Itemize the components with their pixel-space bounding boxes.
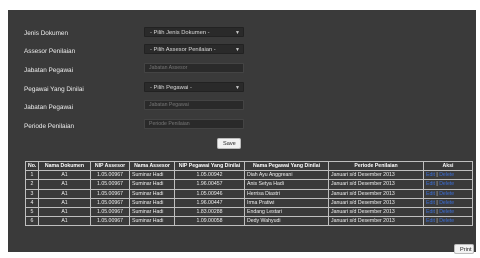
cell-nama-assesor: Suminar Hadi bbox=[129, 170, 175, 181]
edit-link[interactable]: Edit bbox=[426, 181, 435, 187]
periode-input[interactable]: Periode Penilaian bbox=[144, 119, 244, 129]
edit-link[interactable]: Edit bbox=[426, 172, 435, 178]
cell-dokumen: A1 bbox=[38, 179, 91, 190]
cell-nip-assesor: 1.05.00967 bbox=[90, 206, 130, 218]
edit-link[interactable]: Edit bbox=[426, 191, 435, 197]
assesor-select[interactable]: - Pilih Assesor Penilaian - ▼ bbox=[144, 44, 244, 54]
cell-no: 4 bbox=[25, 197, 39, 208]
cell-nama-pegawai: Endang Lestari bbox=[244, 206, 329, 218]
cell-periode: Januari s/d Desember 2013 bbox=[328, 188, 424, 199]
delete-link[interactable]: Delete bbox=[439, 181, 454, 187]
cell-nip-pegawai: 1.96.00457 bbox=[174, 179, 245, 190]
cell-dokumen: A1 bbox=[38, 216, 91, 227]
cell-aksi: Edit | Delete bbox=[423, 188, 473, 199]
table-row: 1 A1 1.05.00967 Suminar Hadi 1.05.00942 … bbox=[25, 170, 473, 181]
cell-nama-assesor: Suminar Hadi bbox=[129, 179, 175, 190]
cell-nip-pegawai: 1.96.00447 bbox=[174, 197, 245, 208]
save-button[interactable]: Save bbox=[217, 138, 241, 149]
col-nama-pegawai: Nama Pegawai Yang Dinilai bbox=[244, 160, 329, 172]
cell-nip-assesor: 1.05.00967 bbox=[90, 216, 130, 227]
cell-nama-pegawai: Diah Ayu Anggreani bbox=[244, 170, 329, 181]
print-button[interactable]: Print bbox=[454, 244, 474, 254]
cell-dokumen: A1 bbox=[38, 206, 91, 218]
cell-nama-pegawai: Herrisa Diastri bbox=[244, 188, 329, 199]
chevron-down-icon: ▼ bbox=[235, 47, 240, 53]
cell-periode: Januari s/d Desember 2013 bbox=[328, 197, 424, 208]
cell-periode: Januari s/d Desember 2013 bbox=[328, 170, 424, 181]
cell-no: 3 bbox=[25, 188, 39, 199]
cell-no: 1 bbox=[25, 170, 39, 181]
table-row: 6 A1 1.05.00967 Suminar Hadi 1.09.00058 … bbox=[25, 216, 473, 227]
chevron-down-icon: ▼ bbox=[235, 30, 240, 36]
jenis-dokumen-select[interactable]: - Pilih Jenis Dokumen - ▼ bbox=[144, 27, 244, 37]
jenis-dokumen-label: Jenis Dokumen bbox=[24, 30, 69, 37]
cell-aksi: Edit | Delete bbox=[423, 197, 473, 208]
pegawai-label: Pegawai Yang Dinilai bbox=[24, 86, 84, 93]
jabatan-assesor-label: Jabatan Pegawai bbox=[24, 67, 74, 74]
cell-dokumen: A1 bbox=[38, 170, 91, 181]
table-row: 3 A1 1.05.00967 Suminar Hadi 1.05.00946 … bbox=[25, 188, 473, 199]
col-periode: Periode Penilaian bbox=[328, 160, 424, 172]
cell-nama-pegawai: Anis Setya Hadi bbox=[244, 179, 329, 190]
cell-no: 5 bbox=[25, 206, 39, 218]
cell-nama-assesor: Suminar Hadi bbox=[129, 216, 175, 227]
delete-link[interactable]: Delete bbox=[439, 218, 454, 224]
edit-link[interactable]: Edit bbox=[426, 200, 435, 206]
delete-link[interactable]: Delete bbox=[439, 191, 454, 197]
cell-nip-pegawai: 1.05.00942 bbox=[174, 170, 245, 181]
cell-aksi: Edit | Delete bbox=[423, 170, 473, 181]
cell-nama-assesor: Suminar Hadi bbox=[129, 188, 175, 199]
col-nama-dokumen: Nama Dokumen bbox=[38, 160, 91, 172]
cell-nama-pegawai: Dedy Wahyudi bbox=[244, 216, 329, 227]
cell-no: 6 bbox=[25, 216, 39, 227]
col-aksi: Aksi bbox=[423, 160, 473, 172]
table-header-row: No. Nama Dokumen NIP Assesor Nama Asseso… bbox=[25, 160, 473, 172]
cell-no: 2 bbox=[25, 179, 39, 190]
cell-periode: Januari s/d Desember 2013 bbox=[328, 206, 424, 218]
cell-periode: Januari s/d Desember 2013 bbox=[328, 216, 424, 227]
table-row: 2 A1 1.05.00967 Suminar Hadi 1.96.00457 … bbox=[25, 179, 473, 190]
cell-nip-pegawai: 1.83.00288 bbox=[174, 206, 245, 218]
cell-nama-assesor: Suminar Hadi bbox=[129, 197, 175, 208]
jenis-dokumen-value: - Pilih Jenis Dokumen - bbox=[150, 30, 210, 36]
delete-link[interactable]: Delete bbox=[439, 200, 454, 206]
col-nip-assesor: NIP Assesor bbox=[90, 160, 130, 172]
delete-link[interactable]: Delete bbox=[439, 172, 454, 178]
cell-aksi: Edit | Delete bbox=[423, 206, 473, 218]
jabatan-assesor-input[interactable]: Jabatan Assesor bbox=[144, 63, 244, 73]
assesor-label: Assesor Penilaian bbox=[24, 48, 76, 55]
cell-nama-assesor: Suminar Hadi bbox=[129, 206, 175, 218]
jabatan-pegawai-input[interactable]: Jabatan Pegawai bbox=[144, 100, 244, 110]
cell-periode: Januari s/d Desember 2013 bbox=[328, 179, 424, 190]
cell-nip-assesor: 1.05.00967 bbox=[90, 179, 130, 190]
cell-nip-pegawai: 1.09.00058 bbox=[174, 216, 245, 227]
table-row: 4 A1 1.05.00967 Suminar Hadi 1.96.00447 … bbox=[25, 197, 473, 208]
edit-link[interactable]: Edit bbox=[426, 209, 435, 215]
cell-nip-assesor: 1.05.00967 bbox=[90, 170, 130, 181]
cell-dokumen: A1 bbox=[38, 197, 91, 208]
delete-link[interactable]: Delete bbox=[439, 209, 454, 215]
col-nama-assesor: Nama Assesor bbox=[129, 160, 175, 172]
assesor-value: - Pilih Assesor Penilaian - bbox=[150, 47, 216, 53]
col-no: No. bbox=[25, 160, 39, 172]
pegawai-select[interactable]: - Pilih Pegawai - ▼ bbox=[144, 82, 244, 92]
edit-link[interactable]: Edit bbox=[426, 218, 435, 224]
cell-nip-assesor: 1.05.00967 bbox=[90, 197, 130, 208]
chevron-down-icon: ▼ bbox=[235, 85, 240, 91]
cell-nama-pegawai: Irma Pratiwi bbox=[244, 197, 329, 208]
table-row: 5 A1 1.05.00967 Suminar Hadi 1.83.00288 … bbox=[25, 206, 473, 218]
penilaian-table: No. Nama Dokumen NIP Assesor Nama Asseso… bbox=[25, 160, 473, 227]
jabatan-pegawai-label: Jabatan Pegawai bbox=[24, 104, 74, 111]
cell-aksi: Edit | Delete bbox=[423, 216, 473, 227]
periode-label: Periode Penilaian bbox=[24, 123, 75, 130]
cell-nip-assesor: 1.05.00967 bbox=[90, 188, 130, 199]
cell-aksi: Edit | Delete bbox=[423, 179, 473, 190]
cell-nip-pegawai: 1.05.00946 bbox=[174, 188, 245, 199]
pegawai-value: - Pilih Pegawai - bbox=[150, 85, 192, 91]
col-nip-pegawai: NIP Pegawai Yang Dinilai bbox=[174, 160, 245, 172]
cell-dokumen: A1 bbox=[38, 188, 91, 199]
